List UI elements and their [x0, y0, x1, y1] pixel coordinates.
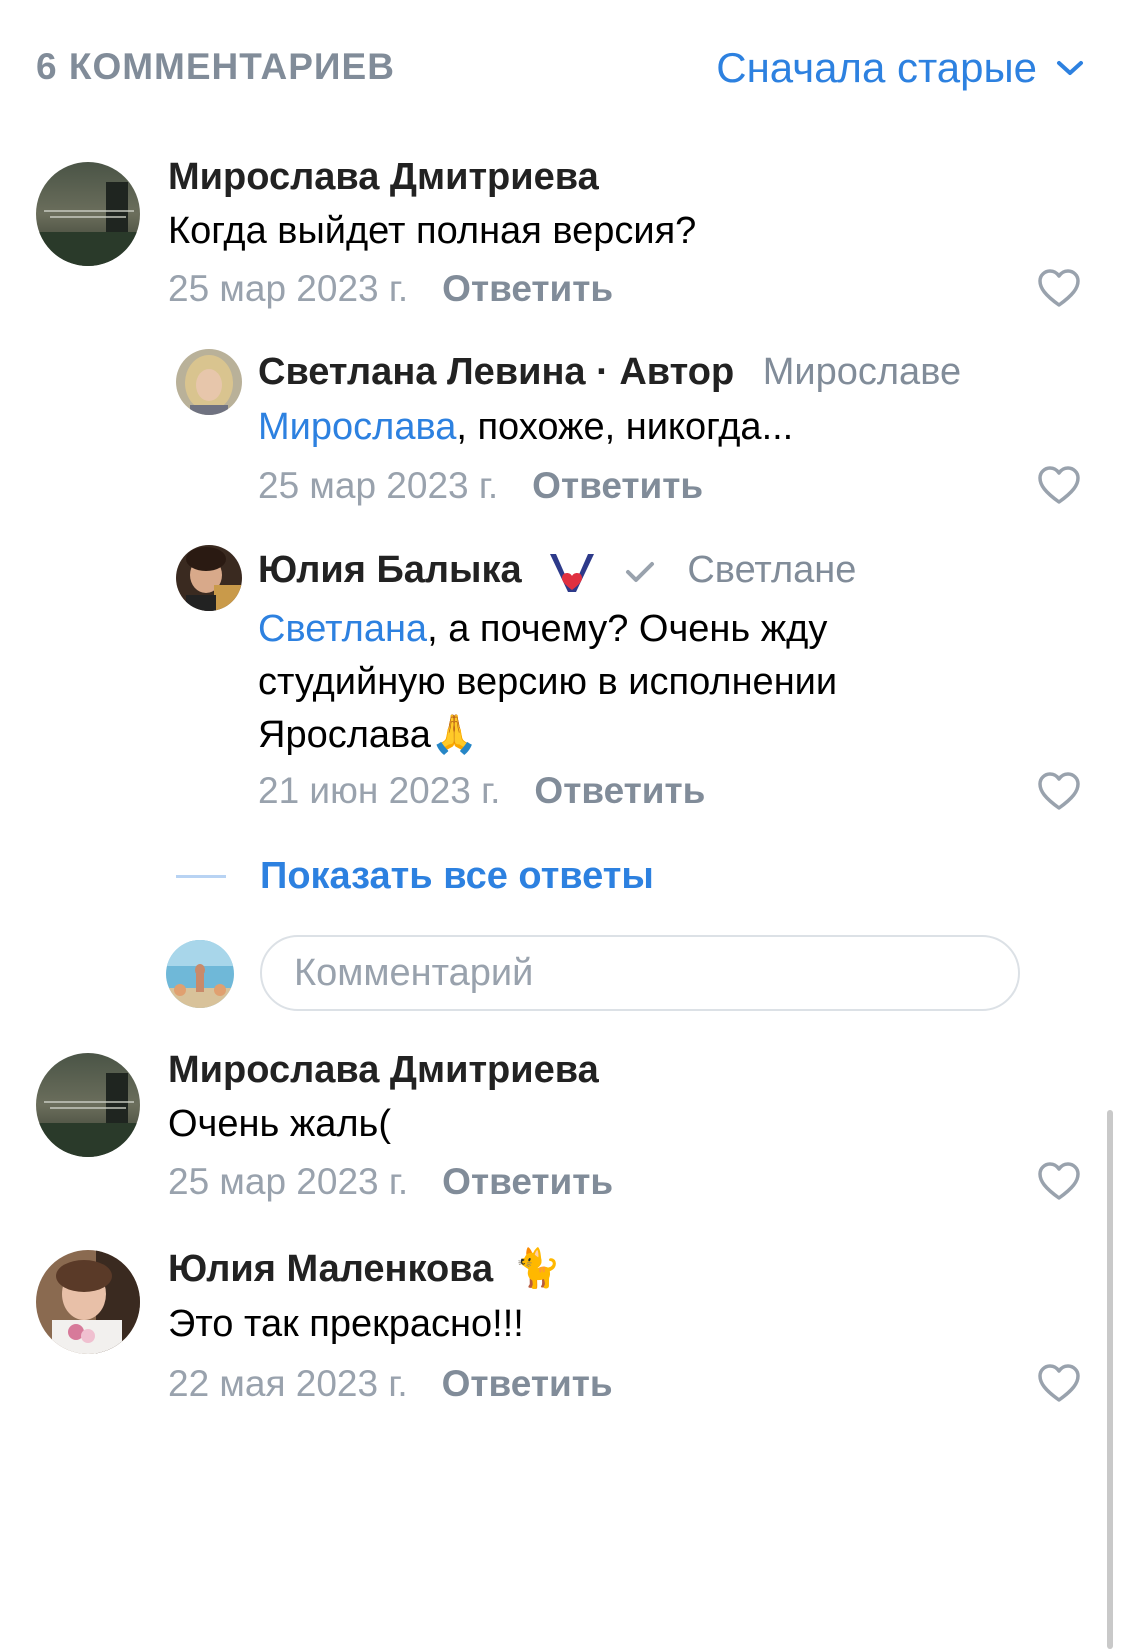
comment-meta: 25 мар 2023 г. Ответить [168, 268, 613, 310]
mention-link[interactable]: Мирослава [258, 406, 456, 448]
comment-text: Когда выйдет полная версия? [168, 210, 697, 252]
comment-date: 25 мар 2023 г. [168, 1161, 409, 1202]
verified-check-icon [625, 561, 654, 582]
author-name: Юлия Маленкова [168, 1248, 494, 1290]
reply-date: 25 мар 2023 г. [258, 465, 499, 506]
reply-meta: 21 июн 2023 г. Ответить [258, 770, 705, 812]
comment-input[interactable] [260, 935, 1020, 1011]
comment-text: Очень жаль( [168, 1103, 392, 1145]
comments-header: 6 КОММЕНТАРИЕВ Сначала старые [0, 0, 1125, 140]
chevron-down-icon [1057, 61, 1083, 75]
current-user-avatar [166, 940, 234, 1008]
heart-icon[interactable] [1037, 1161, 1081, 1201]
reply-button[interactable]: Ответить [442, 1161, 613, 1202]
comment-author[interactable]: Мирослава Дмитриева [168, 1049, 599, 1092]
reply-text: Мирослава, похоже, никогда... [258, 401, 793, 454]
reply-to-label: Мирославе [762, 351, 962, 393]
avatar[interactable] [36, 1053, 140, 1157]
comment-date: 22 мая 2023 г. [168, 1363, 408, 1404]
author-emoji: 🐈 [513, 1248, 562, 1290]
reply-button[interactable]: Ответить [534, 770, 705, 811]
reply-author[interactable]: Светлана Левина · Автор Мирославе [258, 351, 961, 394]
comment-author[interactable]: Юлия Маленкова 🐈 [168, 1247, 561, 1291]
reply-button[interactable]: Ответить [532, 465, 703, 506]
show-all-replies[interactable]: Показать все ответы [176, 855, 654, 898]
reply-meta: 25 мар 2023 г. Ответить [258, 465, 703, 507]
comment-item: Мирослава Дмитриева Очень жаль( 25 мар 2… [0, 1045, 1125, 1215]
thread-line [176, 875, 226, 878]
reply-date: 21 июн 2023 г. [258, 770, 501, 811]
reply-text: Светлана, а почему? Очень жду студийную … [258, 603, 938, 762]
sort-label: Сначала старые [716, 44, 1037, 91]
heart-icon[interactable] [1037, 465, 1081, 505]
reply-item: Юлия Балыка Светлане Светлана, а почему?… [0, 545, 1125, 825]
comment-meta: 25 мар 2023 г. Ответить [168, 1161, 613, 1203]
show-all-replies-label: Показать все ответы [260, 855, 654, 897]
reply-author[interactable]: Юлия Балыка Светлане [258, 549, 856, 594]
heart-icon[interactable] [1037, 268, 1081, 308]
reply-to-label: Светлане [687, 549, 857, 591]
avatar[interactable] [36, 162, 140, 266]
reply-button[interactable]: Ответить [442, 268, 613, 309]
comment-text: Это так прекрасно!!! [168, 1303, 524, 1345]
heart-icon[interactable] [1037, 771, 1081, 811]
heart-icon[interactable] [1037, 1363, 1081, 1403]
scrollbar[interactable] [1107, 1110, 1113, 1649]
heart-badge-icon [550, 553, 595, 592]
author-name: Светлана Левина · Автор [258, 351, 735, 393]
comments-count: 6 КОММЕНТАРИЕВ [36, 46, 395, 87]
comment-author[interactable]: Мирослава Дмитриева [168, 156, 599, 199]
reply-button[interactable]: Ответить [442, 1363, 613, 1404]
comment-item: Мирослава Дмитриева Когда выйдет полная … [0, 150, 1125, 320]
comment-date: 25 мар 2023 г. [168, 268, 409, 309]
avatar[interactable] [176, 545, 242, 611]
avatar[interactable] [36, 1250, 140, 1354]
mention-link[interactable]: Светлана [258, 608, 427, 650]
reply-item: Светлана Левина · Автор Мирославе Миросл… [0, 345, 1125, 515]
author-name: Юлия Балыка [258, 549, 522, 591]
comment-meta: 22 мая 2023 г. Ответить [168, 1363, 613, 1405]
sort-dropdown[interactable]: Сначала старые [716, 44, 1085, 92]
reply-body: , похоже, никогда... [456, 406, 794, 448]
comment-item: Юлия Маленкова 🐈 Это так прекрасно!!! 22… [0, 1245, 1125, 1415]
avatar[interactable] [176, 349, 242, 415]
